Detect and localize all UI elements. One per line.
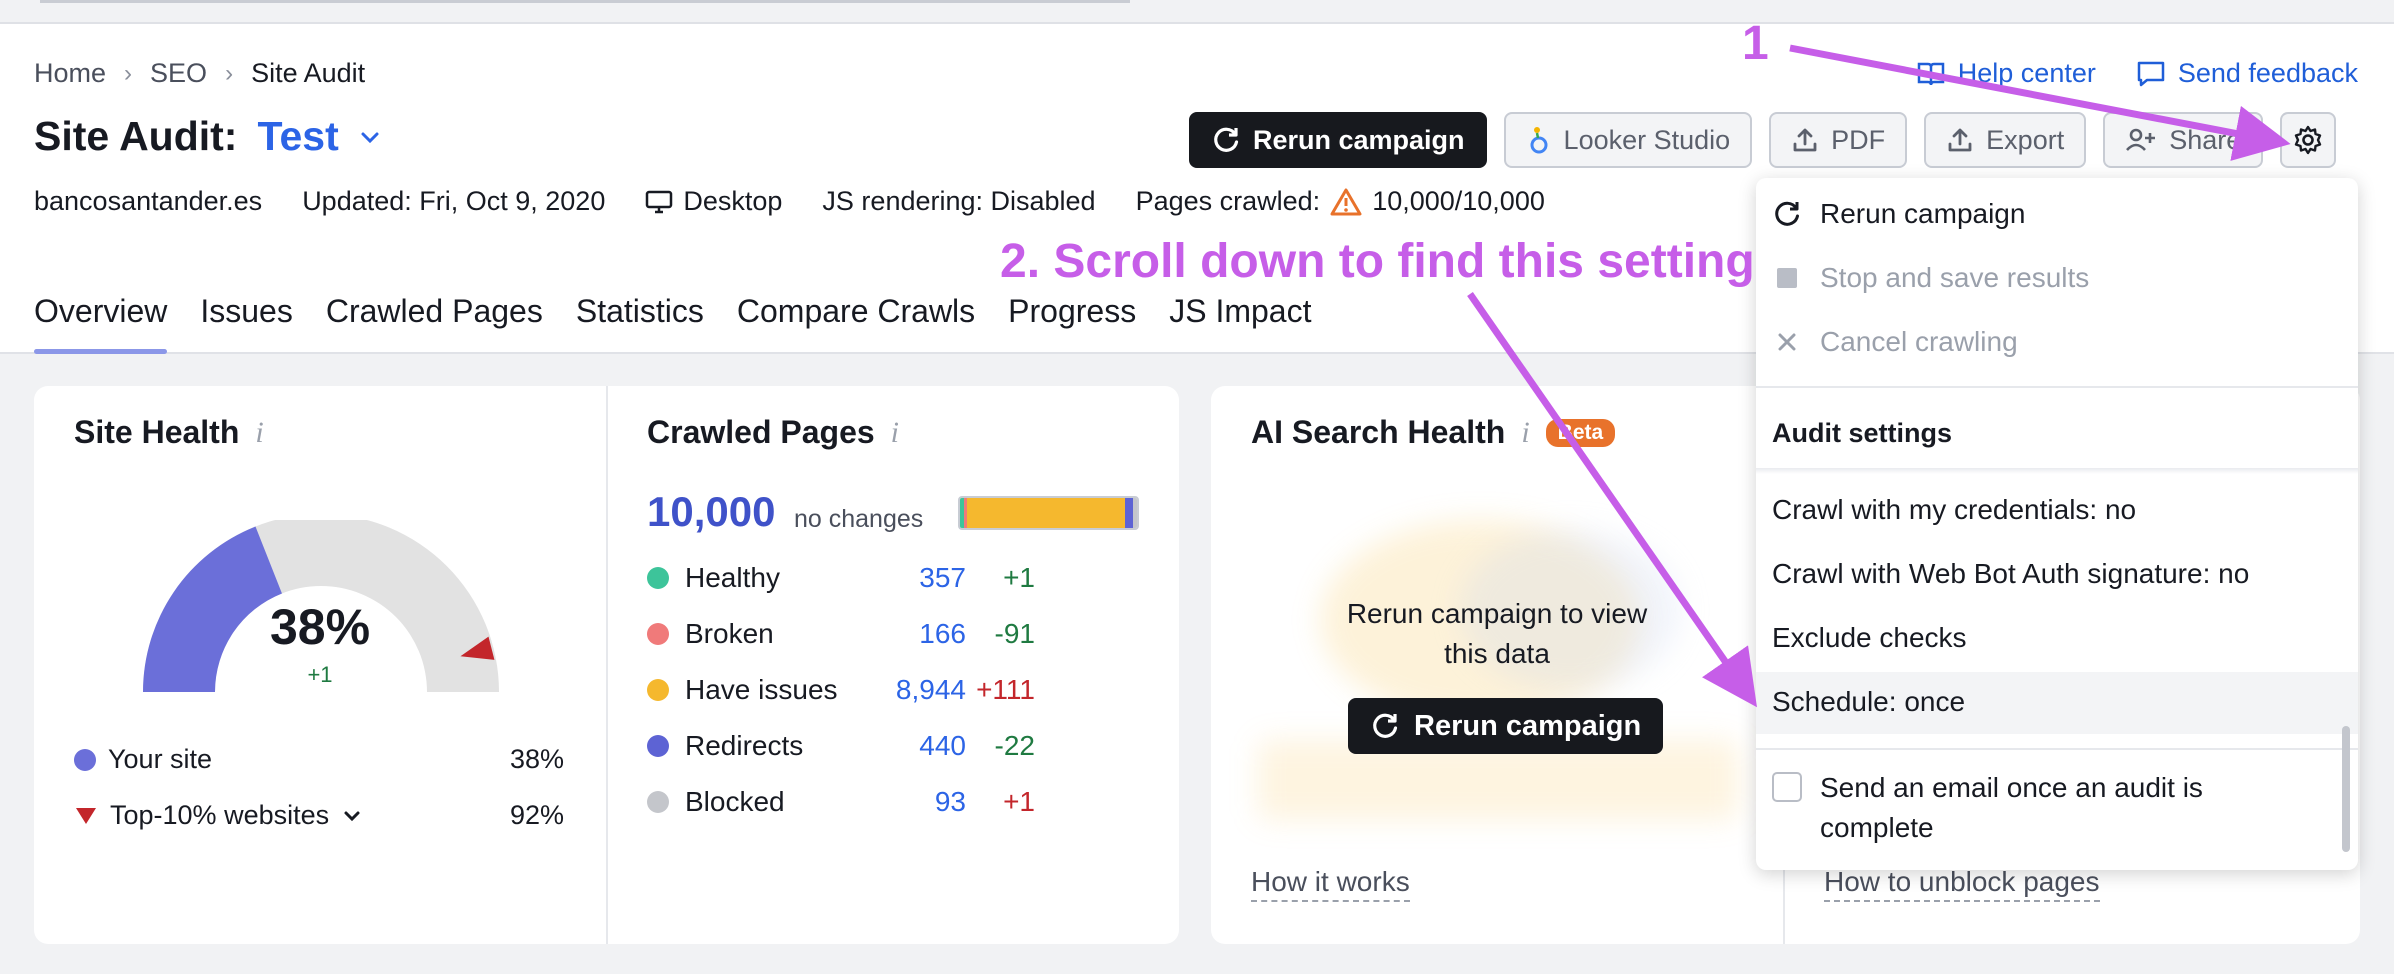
arrow-to-schedule	[1467, 292, 1757, 708]
arrow-to-settings	[1789, 44, 2291, 161]
annotation-arrows	[1467, 44, 2291, 708]
